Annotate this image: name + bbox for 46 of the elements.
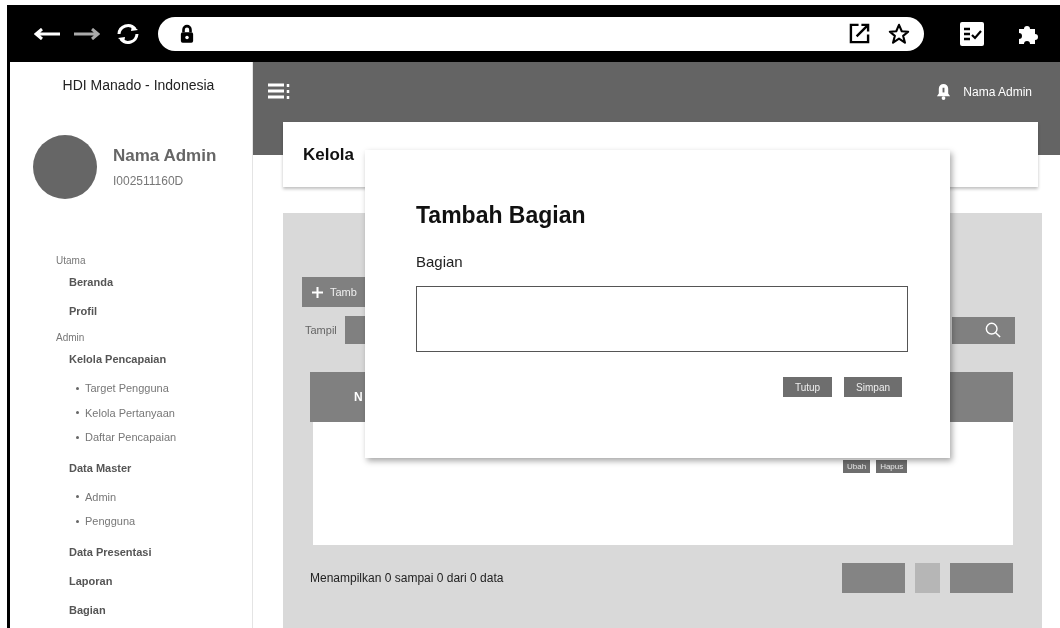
column-header: N — [354, 390, 363, 404]
menu-item[interactable]: Bagian — [69, 597, 252, 627]
modal-title: Tambah Bagian — [416, 202, 587, 229]
user-name: Nama Admin — [963, 85, 1032, 99]
menu-item[interactable]: Laporan — [69, 568, 252, 598]
plus-icon — [312, 286, 323, 298]
checklist-icon[interactable] — [960, 21, 984, 46]
back-arrow-icon[interactable] — [34, 27, 60, 40]
bullet-icon — [76, 495, 79, 499]
menu-icon[interactable] — [268, 83, 290, 99]
search-field[interactable] — [952, 316, 1015, 344]
submenu-item[interactable]: Kelola Pertanyaan — [85, 406, 175, 419]
bullet-icon — [76, 411, 79, 415]
dialog-button[interactable]: Simpan — [844, 377, 902, 397]
admin-name: Nama Admin — [113, 146, 217, 166]
star-icon[interactable] — [888, 22, 910, 45]
admin-id: I002511160D — [113, 174, 185, 188]
external-link-icon[interactable] — [849, 23, 870, 44]
bullet-icon — [76, 386, 79, 390]
dialog-button[interactable]: Tutup — [782, 377, 833, 397]
table-info: Menampilkan 0 sampai 0 dari 0 data — [310, 571, 504, 585]
submenu-item[interactable]: Pengguna — [85, 515, 136, 528]
row-action-button[interactable]: Ubah — [843, 460, 871, 473]
field-label: Bagian — [416, 253, 464, 270]
row-action-button[interactable]: Hapus — [876, 460, 908, 473]
forward-arrow-icon[interactable] — [74, 27, 100, 40]
menu-heading: Admin — [56, 332, 86, 343]
menu-item[interactable]: Profil — [69, 299, 252, 328]
input-field[interactable] — [416, 286, 908, 352]
menu-item[interactable]: Beranda — [69, 270, 252, 299]
menu-item[interactable]: Kelola Pencapaian — [69, 347, 252, 376]
submenu-item[interactable]: Admin — [85, 490, 117, 503]
submenu-item[interactable]: Target Pengguna — [85, 382, 169, 395]
bullet-icon — [76, 519, 79, 523]
lock-icon — [180, 23, 194, 44]
page-title: Kelola — [303, 144, 355, 165]
search-icon — [985, 322, 1001, 338]
address-bar[interactable] — [158, 16, 924, 51]
brand-name: HDI Manado - Indonesia — [61, 77, 216, 93]
menu-item[interactable]: Data Presentasi — [69, 539, 252, 569]
menu-heading: Utama — [56, 255, 87, 266]
submenu-item[interactable]: Daftar Pencapaian — [85, 431, 177, 444]
bell-icon[interactable] — [936, 83, 952, 100]
show-label: Tampil — [305, 324, 337, 336]
menu-item[interactable]: Data Master — [69, 455, 252, 485]
bullet-icon — [76, 435, 79, 439]
